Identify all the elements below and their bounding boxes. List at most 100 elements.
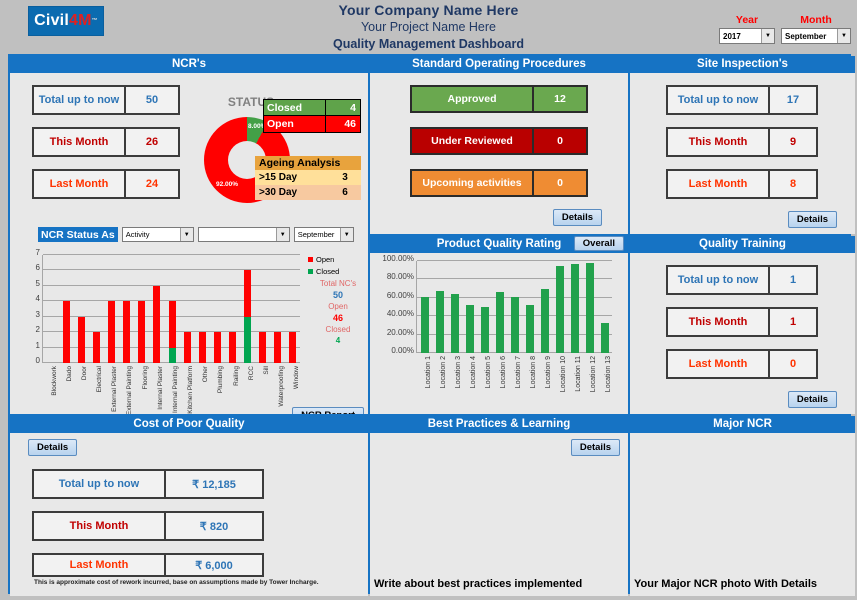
ncr-chart-x-labels: Blockwork Dado Door Electrical External Plas… bbox=[43, 364, 301, 414]
pqr-bar bbox=[570, 263, 579, 353]
ageing-30day-value: 6 bbox=[342, 187, 348, 198]
x-axis-tick: Location 11 bbox=[575, 356, 583, 392]
panel-pqr-body: 0.00% 20.00% 40.00% 60.00% 80.00% 100.00% Loc… bbox=[370, 253, 628, 414]
ncr-metrics: Total up to now 50 This Month 26 Last Mo… bbox=[32, 85, 180, 199]
y-axis-tick: 5 bbox=[35, 278, 40, 288]
x-axis-tick: Blockwork bbox=[50, 366, 58, 396]
ageing-row-15day: >15 Day 3 bbox=[255, 170, 361, 185]
chevron-down-icon[interactable]: ▼ bbox=[179, 228, 193, 241]
cost-last-month-value: ₹ 6,000 bbox=[195, 559, 233, 572]
panel-major-ncr-body: Your Major NCR photo With Details bbox=[630, 433, 855, 596]
panel-pqr-title: Product Quality Rating Overall bbox=[370, 236, 628, 253]
chevron-down-icon[interactable]: ▼ bbox=[761, 29, 774, 43]
y-axis-tick: 3 bbox=[35, 309, 40, 319]
ncr-report-button[interactable]: NCR Report bbox=[292, 407, 364, 414]
bar-slot bbox=[433, 261, 448, 353]
x-axis-tick: Other bbox=[202, 366, 210, 383]
legend-closed-swatch-icon bbox=[308, 269, 313, 274]
chevron-down-icon[interactable]: ▼ bbox=[837, 29, 850, 43]
bar-closed-segment bbox=[243, 316, 251, 363]
cost-this-month-value: ₹ 820 bbox=[199, 520, 229, 533]
pqr-overall-button[interactable]: Overall bbox=[573, 236, 624, 251]
chevron-down-icon[interactable]: ▼ bbox=[339, 228, 353, 241]
site-inspections-details-button[interactable]: Details bbox=[787, 211, 837, 228]
panel-cost-title: Cost of Poor Quality bbox=[10, 416, 368, 433]
x-axis-tick: Location 10 bbox=[560, 356, 568, 393]
sop-upcoming-activities-row: Upcoming activities 0 bbox=[410, 169, 588, 197]
quality-training-metrics: Total up to now 1 This Month 1 Last Mont… bbox=[666, 265, 818, 379]
x-axis-tick: Internal Plaster bbox=[156, 366, 164, 410]
sop-approved-label: Approved bbox=[412, 87, 534, 111]
closed-ncs-label: Closed bbox=[325, 325, 351, 334]
ncr-chart-plot: 0 1 2 3 4 5 6 7 bbox=[36, 248, 300, 365]
training-this-month-label: This Month bbox=[668, 309, 770, 335]
closed-ncs-value: 4 bbox=[335, 336, 341, 345]
ncr-open-label: Open bbox=[264, 116, 326, 132]
legend-closed: Closed bbox=[308, 267, 368, 276]
x-axis-tick: Location 3 bbox=[454, 356, 462, 389]
bar-slot bbox=[180, 255, 195, 363]
legend-closed-label: Closed bbox=[316, 267, 340, 276]
bar-slot bbox=[240, 255, 255, 363]
month-selector-group: Month September ▼ bbox=[781, 14, 851, 44]
cost-metrics: Total up to now ₹ 12,185 This Month ₹ 82… bbox=[32, 469, 264, 577]
x-axis-tick: Location 1 bbox=[424, 356, 432, 389]
y-axis-tick: 100.00% bbox=[382, 254, 414, 263]
ncr-closed-row: Closed 4 bbox=[264, 100, 360, 116]
ncr-last-month-label: Last Month bbox=[34, 171, 126, 197]
pqr-chart-x-labels: Location 1 Location 2 Location 3 Location 4… bbox=[417, 354, 613, 410]
panel-quality-training-title: Quality Training bbox=[630, 236, 855, 253]
bar-slot bbox=[270, 255, 285, 363]
pqr-bar bbox=[436, 291, 445, 353]
bar-slot bbox=[493, 261, 508, 353]
bar-slot bbox=[149, 255, 164, 363]
sop-items: Approved 12 Under Reviewed 0 Upcoming ac… bbox=[410, 85, 588, 197]
site-total-value: 17 bbox=[786, 94, 800, 106]
site-last-month-label: Last Month bbox=[668, 171, 770, 197]
ncr-this-month-label: This Month bbox=[34, 129, 126, 155]
panel-best-practices-title: Best Practices & Learning bbox=[370, 416, 628, 433]
bar-open-segment bbox=[63, 301, 71, 363]
bar-slot bbox=[59, 255, 74, 363]
best-practices-details-button[interactable]: Details bbox=[570, 439, 620, 456]
x-axis-tick: Location 13 bbox=[605, 356, 613, 393]
ncr-activity-dropdown[interactable]: Activity ▼ bbox=[121, 227, 194, 242]
sop-details-button[interactable]: Details bbox=[552, 209, 602, 226]
ageing-15day-label: >15 Day bbox=[259, 172, 298, 183]
cost-this-month-metric: This Month ₹ 820 bbox=[32, 511, 264, 541]
bar-slot bbox=[104, 255, 119, 363]
x-axis-tick: Railing bbox=[232, 366, 240, 386]
cost-details-button[interactable]: Details bbox=[28, 439, 78, 456]
ageing-analysis-title: Ageing Analysis bbox=[255, 156, 361, 170]
sop-under-reviewed-value: 0 bbox=[557, 135, 563, 147]
chevron-down-icon[interactable]: ▼ bbox=[275, 228, 289, 241]
y-axis-tick: 2 bbox=[35, 325, 40, 335]
pqr-bar bbox=[451, 294, 460, 353]
quality-training-details-button[interactable]: Details bbox=[787, 391, 837, 408]
year-dropdown[interactable]: 2017 ▼ bbox=[719, 28, 775, 44]
ncr-month-dropdown[interactable]: September ▼ bbox=[293, 227, 354, 242]
bar-closed-segment bbox=[168, 347, 176, 363]
panel-quality-training: Quality Training Total up to now 1 This … bbox=[630, 236, 855, 414]
site-last-month-metric: Last Month 8 bbox=[666, 169, 818, 199]
bar-open-segment bbox=[138, 301, 146, 363]
cost-this-month-label: This Month bbox=[34, 513, 166, 539]
y-axis-tick: 0 bbox=[35, 356, 40, 365]
bar-slot bbox=[508, 261, 523, 353]
month-dropdown[interactable]: September ▼ bbox=[781, 28, 851, 44]
panel-sop-body: Approved 12 Under Reviewed 0 Upcoming ac… bbox=[370, 73, 628, 234]
pqr-chart-plot: 0.00% 20.00% 40.00% 60.00% 80.00% 100.00% bbox=[382, 254, 612, 355]
panel-pqr-title-text: Product Quality Rating bbox=[436, 238, 562, 250]
site-total-metric: Total up to now 17 bbox=[666, 85, 818, 115]
sop-upcoming-value: 0 bbox=[557, 177, 563, 189]
ncr-closed-label: Closed bbox=[264, 100, 326, 115]
pqr-bar bbox=[421, 296, 430, 353]
ncr-secondary-dropdown[interactable]: ▼ bbox=[197, 227, 290, 242]
panel-ncr: NCR's Total up to now 50 This Month 26 L… bbox=[10, 56, 368, 414]
cost-footnote: This is approximate cost of rework incur… bbox=[34, 579, 319, 586]
pqr-bar bbox=[600, 322, 609, 353]
x-axis-tick: Kitchen Platform bbox=[187, 366, 195, 414]
ncr-total-metric: Total up to now 50 bbox=[32, 85, 180, 115]
period-selectors: Year 2017 ▼ Month September ▼ bbox=[719, 14, 851, 44]
x-axis-tick: Location 4 bbox=[469, 356, 477, 389]
